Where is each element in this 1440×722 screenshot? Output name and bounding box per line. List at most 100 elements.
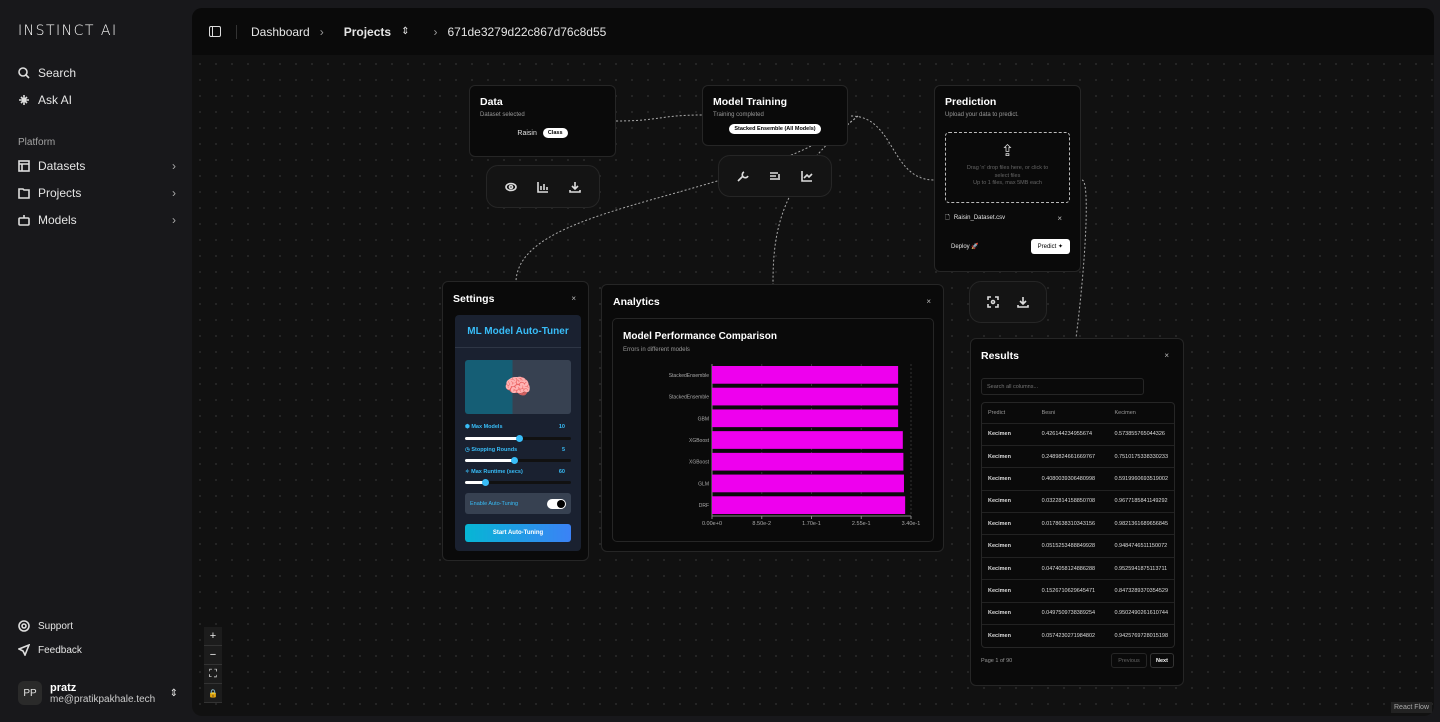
table-cell: 0.0574230271984802 (1035, 624, 1109, 647)
y-tick-label: GBM (698, 416, 709, 422)
table-row: Kecimen 0.0178638310343156 0.9821361689656… (982, 512, 1174, 535)
chart-card: Model Performance Comparison Errors in d… (612, 318, 934, 542)
table-row: Kecimen 0.2489824661669767 0.7510175338330… (982, 444, 1174, 468)
table-cell: Kecimen (982, 467, 1036, 491)
table-cell: Kecimen (982, 624, 1036, 647)
table-cell: 0.0497509738389254 (1035, 601, 1109, 625)
close-icon[interactable]: × (1164, 351, 1169, 360)
dataset-name: Raisin (517, 129, 537, 137)
bar (712, 452, 904, 471)
next-button[interactable]: Next (1150, 653, 1174, 668)
auto-tuning-toggle[interactable] (547, 498, 566, 509)
dropzone-limit: Up to 1 files, max 5MB each (973, 180, 1042, 186)
react-flow-attribution[interactable]: React Flow (1391, 702, 1433, 713)
x-tick-label: 8.50e-2 (752, 521, 771, 527)
results-search-input[interactable] (981, 378, 1144, 395)
stopping-rounds-slider[interactable] (465, 456, 571, 464)
bar-chart: 0.00e+0 8.50e-2 1.70e-1 2.55e-1 3.40e-1 Stack… (669, 364, 921, 527)
chart-icon[interactable] (801, 170, 813, 182)
max-runtime-label: ✧ Max Runtime (secs) 60 (465, 469, 565, 475)
stopping-rounds-value: 5 (561, 447, 565, 453)
stopping-rounds-label: ◷ Stopping Rounds 5 (465, 447, 565, 453)
node-title: Data (480, 96, 503, 108)
x-tick-label: 1.70e-1 (802, 521, 821, 527)
eye-icon[interactable] (505, 181, 517, 193)
bar (712, 409, 899, 428)
table-cell: 0.426144234955674 (1035, 422, 1109, 446)
max-models-slider[interactable] (465, 434, 571, 442)
column-header[interactable]: Kecimen (1108, 403, 1174, 423)
table-cell: Kecimen (982, 512, 1036, 535)
target-badge: Class (542, 128, 568, 138)
edge-training-prediction (850, 115, 935, 181)
table-cell: 0.9677185841149292 (1108, 489, 1174, 513)
y-tick-label: XGBoost (689, 438, 710, 444)
column-header[interactable]: Predict (982, 403, 1036, 423)
table-cell: 0.9525941875113711 (1108, 556, 1174, 580)
close-icon[interactable]: × (926, 297, 931, 306)
table-header: Predict Besni Kecimen (982, 403, 1174, 423)
close-icon[interactable]: × (571, 294, 576, 303)
results-panel: Results × PredictBesniKecimenKecimen0.42… (970, 338, 1184, 686)
list-settings-icon[interactable] (769, 170, 781, 182)
table-cell: 0.5919960693519002 (1108, 467, 1174, 491)
previous-button[interactable]: Previous (1111, 653, 1147, 668)
max-runtime-slider[interactable] (465, 478, 571, 486)
prediction-node[interactable]: Prediction Upload your data to predict. … (934, 85, 1081, 272)
fit-view-button[interactable]: ⛶ (204, 665, 222, 684)
table-cell: Kecimen (982, 444, 1036, 468)
bar (712, 496, 906, 514)
table-row: Kecimen 0.0574230271984802 0.9425769728015… (982, 624, 1174, 647)
table-row: Kecimen 0.0322814158850708 0.9677185841149… (982, 489, 1174, 513)
node-title: Prediction (945, 96, 997, 108)
y-tick-label: StackedEnsemble (669, 373, 710, 379)
table-cell: Kecimen (982, 556, 1036, 580)
remove-file-icon[interactable]: × (1057, 214, 1062, 223)
results-table: Predict Besni Kecimen Kecimen 0.426144234955… (981, 402, 1175, 648)
table-cell: 0.2489824661669767 (1035, 444, 1109, 468)
table-cell: 0.7510175338330233 (1108, 444, 1174, 468)
page-info: Page 1 of 90 (981, 658, 1013, 664)
table-row: Kecimen 0.1526710629645471 0.8473289370354… (982, 579, 1174, 603)
table-cell: 0.9425769728015198 (1108, 624, 1174, 647)
table-cell: 0.0474058124886288 (1035, 556, 1109, 580)
table-cell: Kecimen (982, 601, 1036, 625)
table-row: Kecimen 0.4080039306480998 0.5919960693519… (982, 467, 1174, 491)
edge-data-training (615, 114, 703, 122)
node-subtitle: Upload your data to predict. (945, 112, 1019, 118)
dropzone-text: Drag 'n' drop files here, or click to se… (966, 165, 1049, 179)
data-node[interactable]: Data Dataset selected Raisin Class (469, 85, 616, 157)
x-tick-label: 3.40e-1 (902, 521, 921, 527)
panel-title: Analytics (613, 296, 660, 308)
y-tick-label: DRF (699, 503, 709, 509)
data-toolbar (486, 165, 600, 208)
zoom-out-button[interactable]: − (204, 646, 222, 665)
wrench-icon[interactable] (737, 170, 749, 182)
scan-icon[interactable] (987, 296, 999, 308)
max-models-value: 10 (558, 424, 565, 430)
table-cell: Kecimen (982, 534, 1036, 558)
model-training-node[interactable]: Model Training Training completed Stacke… (702, 85, 848, 146)
uploaded-file: 🗋 Raisin_Dataset.csv × (945, 213, 1070, 223)
file-name: Raisin_Dataset.csv (953, 215, 1006, 221)
table-cell: 0.1526710629645471 (1035, 579, 1109, 603)
file-icon: 🗋 (945, 215, 950, 221)
start-auto-tuning-button[interactable]: Start Auto-Tuning (465, 524, 571, 542)
table-row: Kecimen 0.426144234955674 0.57385576504432… (982, 422, 1174, 446)
rocket-icon: 🚀 (971, 244, 979, 250)
lock-button[interactable]: 🔒 (204, 684, 222, 703)
predict-button[interactable]: Predict ✦ (1030, 239, 1070, 254)
max-models-label: ⬢ Max Models 10 (465, 424, 565, 430)
table-row: Kecimen 0.0474058124886288 0.9525941875113… (982, 556, 1174, 580)
flow-controls: + − ⛶ 🔒 (204, 627, 222, 703)
file-dropzone[interactable]: ⇪ Drag 'n' drop files here, or click to … (945, 132, 1070, 203)
bar (712, 387, 899, 406)
download-icon[interactable] (569, 181, 581, 193)
bar-chart-icon[interactable] (537, 181, 549, 193)
download-icon[interactable] (1017, 296, 1029, 308)
zoom-in-button[interactable]: + (204, 627, 222, 646)
column-header[interactable]: Besni (1036, 403, 1109, 423)
x-tick-label: 0.00e+0 (702, 521, 722, 527)
deploy-button[interactable]: Deploy 🚀 (951, 243, 979, 250)
bar (712, 431, 903, 449)
